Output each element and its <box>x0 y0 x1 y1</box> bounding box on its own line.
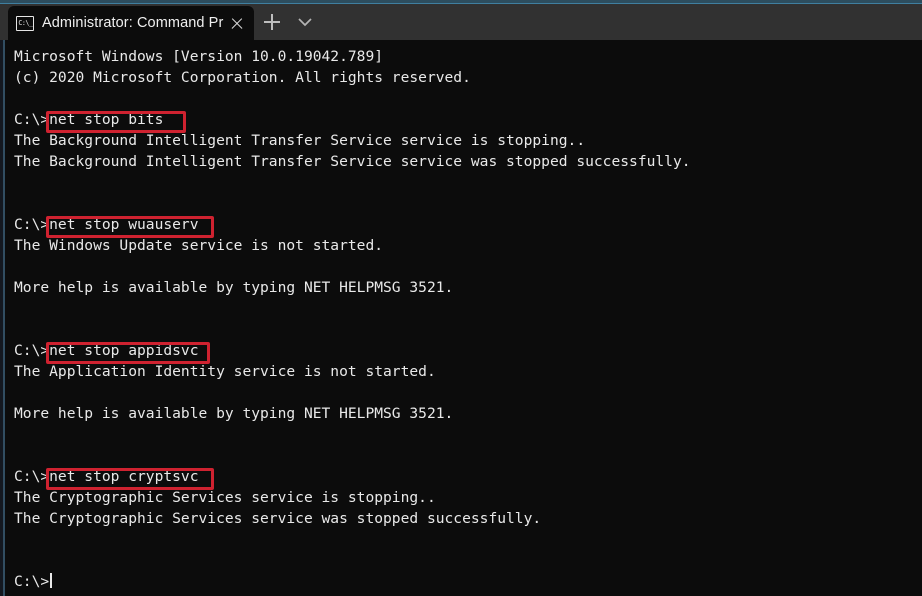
cmd-icon-text: C:\_ <box>17 18 33 27</box>
console-line: The Windows Update service is not starte… <box>14 237 384 254</box>
console-line: (c) 2020 Microsoft Corporation. All righ… <box>14 69 471 86</box>
chevron-down-icon[interactable] <box>292 10 318 34</box>
close-icon[interactable] <box>226 12 248 34</box>
terminal-window: C:\_ Administrator: Command Prom Microso… <box>0 0 922 596</box>
window-left-accent <box>3 40 5 596</box>
console-line: C:\>net stop bits <box>14 111 164 128</box>
console-line: More help is available by typing NET HEL… <box>14 405 454 422</box>
text-cursor <box>50 573 52 588</box>
console-text: Microsoft Windows [Version 10.0.19042.78… <box>14 46 914 592</box>
console-output-area[interactable]: Microsoft Windows [Version 10.0.19042.78… <box>0 40 922 596</box>
console-line: The Cryptographic Services service was s… <box>14 510 542 527</box>
tab-title: Administrator: Command Prom <box>42 15 224 31</box>
console-line: C:\>net stop wuauserv <box>14 216 199 233</box>
cmd-icon: C:\_ <box>16 15 34 31</box>
console-line: The Background Intelligent Transfer Serv… <box>14 153 691 170</box>
console-line: More help is available by typing NET HEL… <box>14 279 454 296</box>
title-bar: C:\_ Administrator: Command Prom <box>0 0 922 40</box>
console-line: C:\> <box>14 571 914 592</box>
console-line: The Cryptographic Services service is st… <box>14 489 436 506</box>
console-line: C:\>net stop appidsvc <box>14 342 199 359</box>
console-line: The Background Intelligent Transfer Serv… <box>14 132 586 149</box>
console-line: Microsoft Windows [Version 10.0.19042.78… <box>14 48 384 65</box>
plus-icon[interactable] <box>258 9 286 35</box>
console-line: C:\>net stop cryptsvc <box>14 468 199 485</box>
console-line: The Application Identity service is not … <box>14 363 436 380</box>
window-focus-accent <box>0 3 922 4</box>
tab-command-prompt[interactable]: C:\_ Administrator: Command Prom <box>8 6 254 40</box>
